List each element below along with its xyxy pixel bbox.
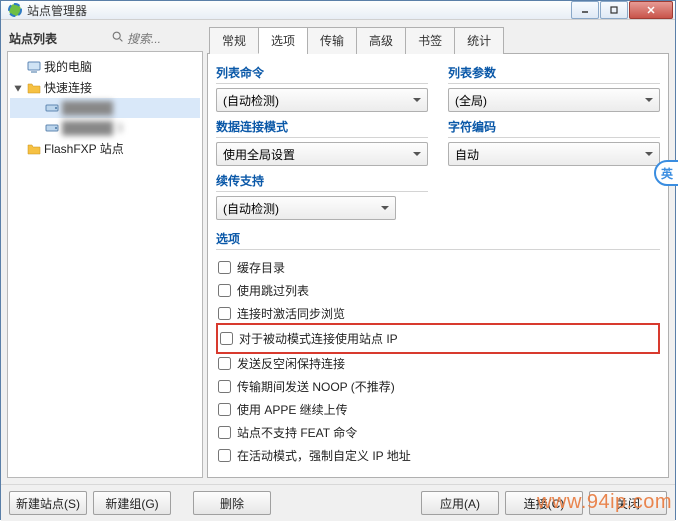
checkbox[interactable] xyxy=(218,284,231,297)
tab-bookmarks[interactable]: 书签 xyxy=(405,27,455,54)
maximize-button[interactable] xyxy=(600,1,628,19)
folder-icon xyxy=(26,141,42,157)
computer-icon xyxy=(26,59,42,75)
tree-flashfxp-sites[interactable]: FlashFXP 站点 xyxy=(10,138,200,159)
site-manager-window: 站点管理器 站点列表 我的电脑 xyxy=(0,0,676,520)
tab-stats[interactable]: 统计 xyxy=(454,27,504,54)
close-footer-button[interactable]: 关闭 xyxy=(589,491,667,515)
checkbox[interactable] xyxy=(218,380,231,393)
tree-label: 快速连接 xyxy=(44,79,92,96)
label-list-command: 列表命令 xyxy=(216,64,428,84)
tab-options[interactable]: 选项 xyxy=(258,27,308,54)
select-char-encoding[interactable]: 自动 xyxy=(448,142,660,166)
checkbox-label: 使用跳过列表 xyxy=(237,282,309,299)
drive-icon xyxy=(44,120,60,136)
check-pasv-ip[interactable]: 对于被动模式连接使用站点 IP xyxy=(218,327,658,350)
checkbox[interactable] xyxy=(220,332,233,345)
checkbox-label: 缓存目录 xyxy=(237,259,285,276)
search-icon xyxy=(111,30,125,47)
minimize-button[interactable] xyxy=(571,1,599,19)
select-list-command[interactable]: (自动检测) xyxy=(216,88,428,112)
tree-label: 我的电脑 xyxy=(44,58,92,75)
tree-label: ██████ 3 xyxy=(62,121,123,135)
folder-icon xyxy=(26,80,42,96)
tree-site-a[interactable]: ██████ xyxy=(10,98,200,118)
tree-my-computer[interactable]: 我的电脑 xyxy=(10,56,200,77)
app-icon xyxy=(7,2,23,18)
checkbox-label: 传输期间发送 NOOP (不推荐) xyxy=(237,378,395,395)
checkbox-label: 发送反空闲保持连接 xyxy=(237,355,345,372)
check-no-feat[interactable]: 站点不支持 FEAT 命令 xyxy=(216,421,660,444)
check-sync-browse[interactable]: 连接时激活同步浏览 xyxy=(216,302,660,325)
drive-icon xyxy=(44,100,60,116)
tree-site-b[interactable]: ██████ 3 xyxy=(10,118,200,138)
label-options-section: 选项 xyxy=(216,230,660,250)
tree-label: ██████ xyxy=(62,101,113,115)
site-list-title: 站点列表 xyxy=(9,30,111,47)
footer: 新建站点(S) 新建组(G) 删除 应用(A) 连接(C) 关闭 xyxy=(1,484,675,521)
right-panel: 常规 选项 传输 高级 书签 统计 列表命令 (自动检测) 列表参数 (全局) xyxy=(207,26,669,478)
checkbox[interactable] xyxy=(218,261,231,274)
tab-transfer[interactable]: 传输 xyxy=(307,27,357,54)
check-skip-list[interactable]: 使用跳过列表 xyxy=(216,279,660,302)
checkbox[interactable] xyxy=(218,403,231,416)
window-title: 站点管理器 xyxy=(27,2,570,19)
close-button[interactable] xyxy=(629,1,673,19)
tab-general[interactable]: 常规 xyxy=(209,27,259,54)
collapse-icon[interactable] xyxy=(12,82,24,94)
site-tree[interactable]: 我的电脑 快速连接 ██████ ██████ 3 FlashFX xyxy=(7,51,203,478)
checkbox-label: 连接时激活同步浏览 xyxy=(237,305,345,322)
checkbox[interactable] xyxy=(218,449,231,462)
check-appe[interactable]: 使用 APPE 继续上传 xyxy=(216,398,660,421)
titlebar: 站点管理器 xyxy=(1,1,675,20)
tab-bar: 常规 选项 传输 高级 书签 统计 xyxy=(207,26,669,54)
label-char-encoding: 字符编码 xyxy=(448,118,660,138)
checkbox-label: 站点不支持 FEAT 命令 xyxy=(237,424,357,441)
checkbox[interactable] xyxy=(218,426,231,439)
select-data-mode[interactable]: 使用全局设置 xyxy=(216,142,428,166)
check-noop[interactable]: 传输期间发送 NOOP (不推荐) xyxy=(216,375,660,398)
tree-label: FlashFXP 站点 xyxy=(44,140,124,157)
check-anti-idle[interactable]: 发送反空闲保持连接 xyxy=(216,352,660,375)
checkbox-label: 对于被动模式连接使用站点 IP xyxy=(239,330,398,347)
label-resume: 续传支持 xyxy=(216,172,428,192)
checkbox-label: 在活动模式，强制自定义 IP 地址 xyxy=(237,447,411,464)
tab-advanced[interactable]: 高级 xyxy=(356,27,406,54)
tree-quick-connect[interactable]: 快速连接 xyxy=(10,77,200,98)
select-resume[interactable]: (自动检测) xyxy=(216,196,396,220)
label-data-mode: 数据连接模式 xyxy=(216,118,428,138)
tab-content-options: 列表命令 (自动检测) 列表参数 (全局) 数据连接模式 使用全局设置 字符编码 xyxy=(207,54,669,478)
checkbox[interactable] xyxy=(218,357,231,370)
label-list-params: 列表参数 xyxy=(448,64,660,84)
connect-button[interactable]: 连接(C) xyxy=(505,491,583,515)
ime-badge[interactable]: 英 xyxy=(654,160,678,186)
checkbox[interactable] xyxy=(218,307,231,320)
highlight-pasv-ip: 对于被动模式连接使用站点 IP xyxy=(216,323,660,354)
apply-button[interactable]: 应用(A) xyxy=(421,491,499,515)
checkbox-label: 使用 APPE 继续上传 xyxy=(237,401,348,418)
delete-button[interactable]: 删除 xyxy=(193,491,271,515)
select-list-params[interactable]: (全局) xyxy=(448,88,660,112)
check-force-ip[interactable]: 在活动模式，强制自定义 IP 地址 xyxy=(216,444,660,467)
new-group-button[interactable]: 新建组(G) xyxy=(93,491,171,515)
left-panel: 站点列表 我的电脑 快速连接 ██████ xyxy=(7,26,203,478)
check-cache-dir[interactable]: 缓存目录 xyxy=(216,256,660,279)
new-site-button[interactable]: 新建站点(S) xyxy=(9,491,87,515)
